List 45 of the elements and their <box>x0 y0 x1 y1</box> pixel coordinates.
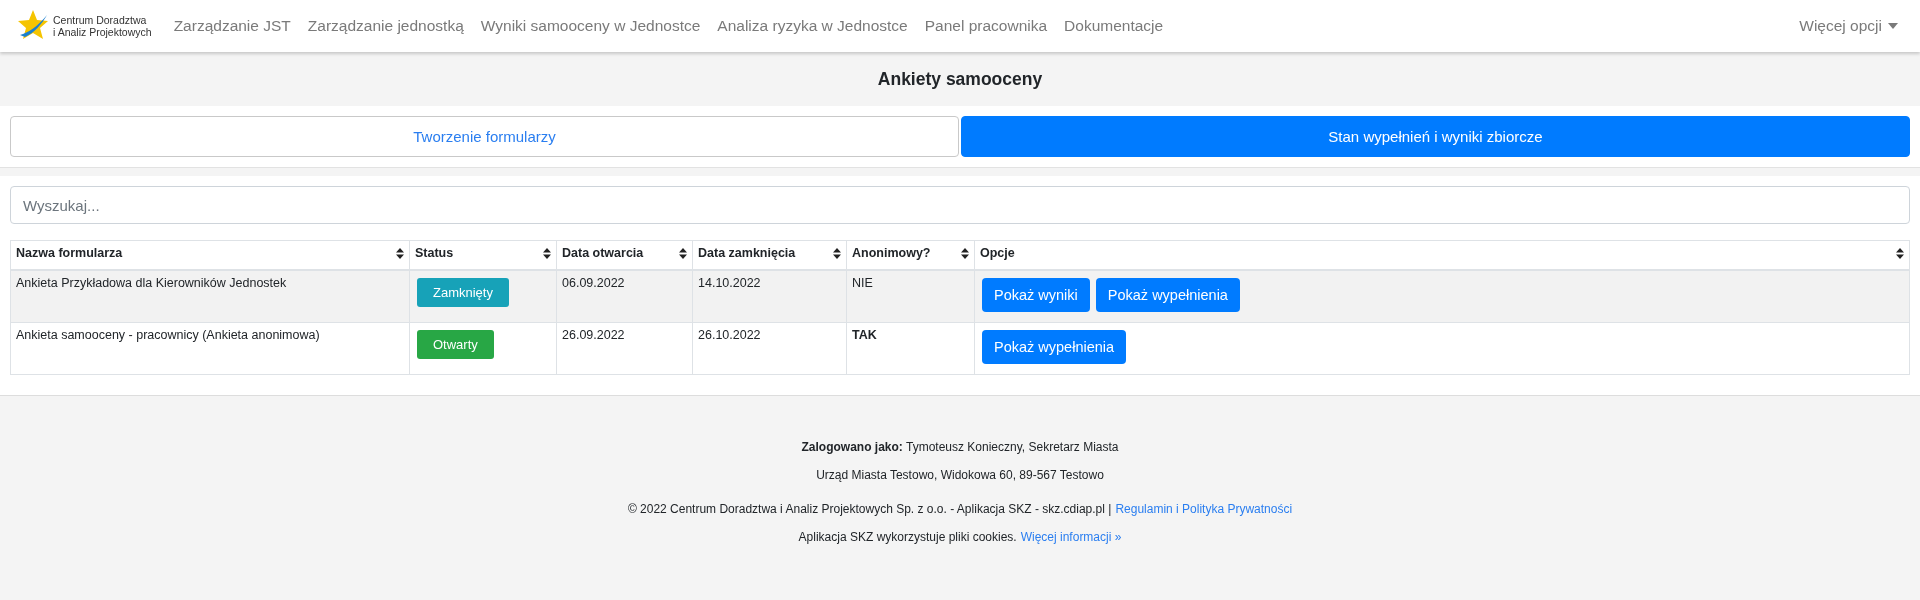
table-cell: Ankieta samooceny - pracownicy (Ankieta anonimowa) <box>16 328 320 342</box>
sort-icon[interactable] <box>833 247 841 259</box>
tab[interactable]: Tworzenie formularzy <box>10 116 959 157</box>
logo-text: i Analiz Projektowych <box>53 26 152 38</box>
table-cell: 06.09.2022 <box>562 276 625 290</box>
logo-text: Centrum Doradztwa <box>53 14 148 26</box>
column-header: Data otwarcia <box>562 246 644 260</box>
more-options-dropdown[interactable]: Więcej opcji <box>1799 17 1904 35</box>
sort-icon[interactable] <box>1896 247 1904 259</box>
logged-in-text: Zalogowano jako: Tymoteusz Konieczny, Sekretarz Miasta <box>801 440 1119 454</box>
nav-link[interactable]: Dokumentacje <box>1064 17 1164 35</box>
sort-icon[interactable] <box>396 247 404 259</box>
nav-link[interactable]: Zarządzanie JST <box>173 17 291 35</box>
nav-link[interactable]: Zarządzanie jednostką <box>307 17 464 35</box>
action-button[interactable]: Pokaż wypełnienia <box>1095 278 1240 312</box>
column-header: Anonimowy? <box>852 246 931 260</box>
table-cell: Ankieta Przykładowa dla Kierowników Jednostek <box>16 276 287 290</box>
nav-link[interactable]: Wyniki samooceny w Jednostce <box>480 17 701 35</box>
more-info-link[interactable]: Więcej informacji » <box>1020 530 1122 544</box>
column-header: Status <box>415 246 454 260</box>
action-button[interactable]: Pokaż wypełnienia <box>982 330 1127 364</box>
table-cell: NIE <box>852 276 873 290</box>
table-cell: TAK <box>852 328 877 342</box>
caret-icon <box>1888 23 1898 29</box>
page-title: Ankiety samooceny <box>876 68 1044 91</box>
sort-icon[interactable] <box>679 247 687 259</box>
tab[interactable]: Stan wypełnień i wyniki zbiorcze <box>961 116 1910 157</box>
column-header: Nazwa formularza <box>16 246 123 260</box>
status-badge: Zamknięty <box>417 278 509 307</box>
copyright-text: © 2022 Centrum Doradztwa i Analiz Projektowych Sp. z o.o. - Aplikacja SKZ - skz.cdiap.pl | <box>627 502 1112 516</box>
column-header: Data zamknięcia <box>698 246 796 260</box>
sort-icon[interactable] <box>961 247 969 259</box>
status-badge: Otwarty <box>417 330 494 359</box>
sort-icon[interactable] <box>543 247 551 259</box>
search-field[interactable]: Wyszukaj... <box>10 186 1910 224</box>
action-button[interactable]: Pokaż wyniki <box>982 278 1090 312</box>
column-header: Opcje <box>980 246 1015 260</box>
table-cell: 26.10.2022 <box>698 328 761 342</box>
cookies-text: Aplikacja SKZ wykorzystuje pliki cookies. <box>798 530 1017 544</box>
nav-link[interactable]: Analiza ryzyka w Jednostce <box>717 17 908 35</box>
table-cell: 26.09.2022 <box>562 328 625 342</box>
address-text: Urząd Miasta Testowo, Widokowa 60, 89-567 Testowo <box>816 468 1104 482</box>
nav-link[interactable]: Panel pracownika <box>924 17 1048 35</box>
table-cell: 14.10.2022 <box>698 276 761 290</box>
policy-link[interactable]: Regulamin i Polityka Prywatności <box>1115 502 1293 516</box>
